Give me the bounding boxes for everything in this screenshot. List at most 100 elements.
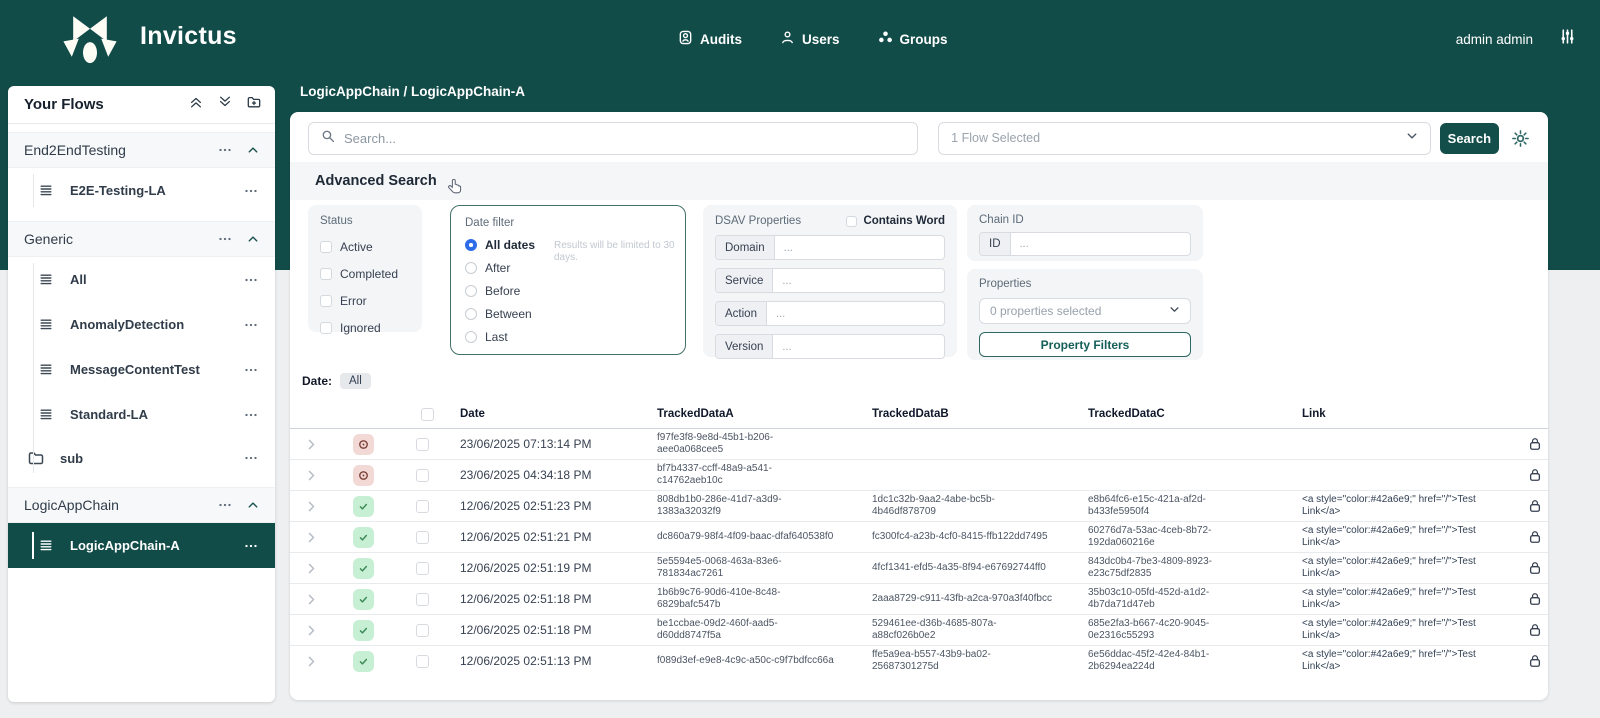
item-menu-icon[interactable]	[243, 450, 259, 466]
properties-select[interactable]: 0 properties selected	[979, 298, 1191, 324]
item-menu-icon[interactable]	[243, 362, 259, 378]
lock-icon[interactable]	[1528, 654, 1542, 668]
dsav-field-service[interactable]: Service...	[715, 268, 945, 293]
success-status-icon	[353, 589, 374, 610]
group-menu-icon[interactable]	[217, 231, 233, 247]
sidebar-item-anomalydetection[interactable]: AnomalyDetection	[8, 302, 275, 347]
row-expand-icon[interactable]	[305, 562, 318, 575]
row-checkbox[interactable]	[416, 438, 429, 451]
toolbar: 1 Flow Selected Search	[308, 121, 1530, 155]
contains-word-checkbox[interactable]: Contains Word	[846, 215, 945, 227]
date-option-label: Between	[485, 307, 532, 321]
row-checkbox[interactable]	[416, 562, 429, 575]
chain-id-title: Chain ID	[979, 214, 1191, 226]
settings-gear-icon[interactable]	[1511, 129, 1530, 148]
field-placeholder: ...	[773, 269, 944, 292]
flow-select-dropdown[interactable]: 1 Flow Selected	[938, 122, 1431, 155]
sidebar-group-generic[interactable]: Generic	[8, 221, 275, 257]
row-expand-icon[interactable]	[305, 469, 318, 482]
lock-icon[interactable]	[1528, 499, 1542, 513]
group-menu-icon[interactable]	[217, 497, 233, 513]
nav-item-audits[interactable]: Audits	[678, 30, 742, 48]
dsav-field-action[interactable]: Action...	[715, 301, 945, 326]
flow-select-value: 1 Flow Selected	[951, 131, 1406, 145]
row-expand-icon[interactable]	[305, 438, 318, 451]
cell-trackeddataa: f97fe3f8-9e8d-45b1-b206-aee0a068cee5	[647, 429, 862, 459]
status-option-ignored[interactable]: Ignored	[320, 321, 410, 335]
sidebar-item-sub[interactable]: sub	[8, 437, 275, 479]
date-option-last[interactable]: Last	[465, 330, 671, 344]
sidebar-group-end2endtesting[interactable]: End2EndTesting	[8, 132, 275, 168]
item-menu-icon[interactable]	[243, 183, 259, 199]
radio-icon	[465, 239, 477, 251]
cell-trackeddatab: 1dc1c32b-9aa2-4abe-bc5b-4b46df878709	[862, 491, 1078, 521]
sidebar-item-all[interactable]: All	[8, 257, 275, 302]
row-checkbox[interactable]	[416, 500, 429, 513]
search-input-field[interactable]	[344, 131, 905, 146]
col-header-link: Link	[1292, 408, 1522, 420]
nav-item-groups[interactable]: Groups	[878, 30, 948, 48]
status-option-completed[interactable]: Completed	[320, 267, 410, 281]
item-menu-icon[interactable]	[243, 317, 259, 333]
date-option-between[interactable]: Between	[465, 307, 671, 321]
group-menu-icon[interactable]	[217, 142, 233, 158]
sidebar-group-logicappchain[interactable]: LogicAppChain	[8, 487, 275, 523]
sidebar-item-messagecontenttest[interactable]: MessageContentTest	[8, 347, 275, 392]
lock-icon[interactable]	[1528, 623, 1542, 637]
cell-trackeddatac: 6e56ddac-45f2-42e4-84b1-2b6294ea224d	[1078, 646, 1292, 676]
chain-id-field[interactable]: ID ...	[979, 232, 1191, 256]
lock-icon[interactable]	[1528, 530, 1542, 544]
row-checkbox[interactable]	[416, 624, 429, 637]
cell-trackeddatac: 685e2fa3-b667-4c20-9045-0e2316c55293	[1078, 615, 1292, 645]
cell-trackeddataa: bf7b4337-ccff-48a9-a541-c14762aeb10c	[647, 460, 862, 490]
lock-icon[interactable]	[1528, 592, 1542, 606]
property-filters-button[interactable]: Property Filters	[979, 332, 1191, 357]
add-folder-icon[interactable]	[247, 95, 261, 114]
table-row: 12/06/2025 02:51:13 PM f089d3ef-e9e8-4c9…	[290, 645, 1548, 676]
sidebar-item-logicappchain-a[interactable]: LogicAppChain-A	[8, 523, 275, 568]
date-filter-chip[interactable]: All	[340, 373, 371, 389]
select-all-checkbox[interactable]	[421, 408, 434, 421]
item-menu-icon[interactable]	[243, 538, 259, 554]
field-placeholder: ...	[767, 302, 944, 325]
group-label: End2EndTesting	[24, 142, 217, 158]
preferences-sliders-icon[interactable]	[1559, 28, 1576, 50]
date-option-before[interactable]: Before	[465, 284, 671, 298]
lock-icon[interactable]	[1528, 437, 1542, 451]
search-input[interactable]	[308, 122, 918, 155]
sidebar-item-standard-la[interactable]: Standard-LA	[8, 392, 275, 437]
item-menu-icon[interactable]	[243, 407, 259, 423]
dsav-field-version[interactable]: Version...	[715, 334, 945, 359]
group-collapse-icon[interactable]	[247, 233, 259, 245]
expand-all-icon[interactable]	[218, 95, 232, 114]
item-menu-icon[interactable]	[243, 272, 259, 288]
sidebar-item-e2e-testing-la[interactable]: E2E-Testing-LA	[8, 168, 275, 213]
dsav-field-domain[interactable]: Domain...	[715, 235, 945, 260]
row-checkbox[interactable]	[416, 655, 429, 668]
collapse-all-icon[interactable]	[189, 95, 203, 114]
row-checkbox[interactable]	[416, 593, 429, 606]
row-expand-icon[interactable]	[305, 593, 318, 606]
search-button[interactable]: Search	[1440, 123, 1499, 154]
cell-date: 23/06/2025 04:34:18 PM	[450, 466, 647, 484]
lock-icon[interactable]	[1528, 468, 1542, 482]
advanced-search-toggle[interactable]: Advanced Search	[290, 162, 1548, 200]
row-checkbox[interactable]	[416, 531, 429, 544]
row-expand-icon[interactable]	[305, 531, 318, 544]
current-user: admin admin	[1456, 32, 1533, 47]
row-checkbox[interactable]	[416, 469, 429, 482]
field-label: Service	[716, 269, 773, 292]
group-collapse-icon[interactable]	[247, 144, 259, 156]
status-option-error[interactable]: Error	[320, 294, 410, 308]
group-collapse-icon[interactable]	[247, 499, 259, 511]
status-option-active[interactable]: Active	[320, 240, 410, 254]
cell-trackeddatab: 4fcf1341-efd5-4a35-8f94-e67692744ff0	[862, 559, 1078, 577]
row-expand-icon[interactable]	[305, 624, 318, 637]
brand-title: Invictus	[140, 22, 237, 51]
groups-icon	[878, 30, 893, 48]
lock-icon[interactable]	[1528, 561, 1542, 575]
row-expand-icon[interactable]	[305, 500, 318, 513]
nav-item-users[interactable]: Users	[780, 30, 840, 48]
date-filter-title: Date filter	[465, 217, 671, 229]
row-expand-icon[interactable]	[305, 655, 318, 668]
